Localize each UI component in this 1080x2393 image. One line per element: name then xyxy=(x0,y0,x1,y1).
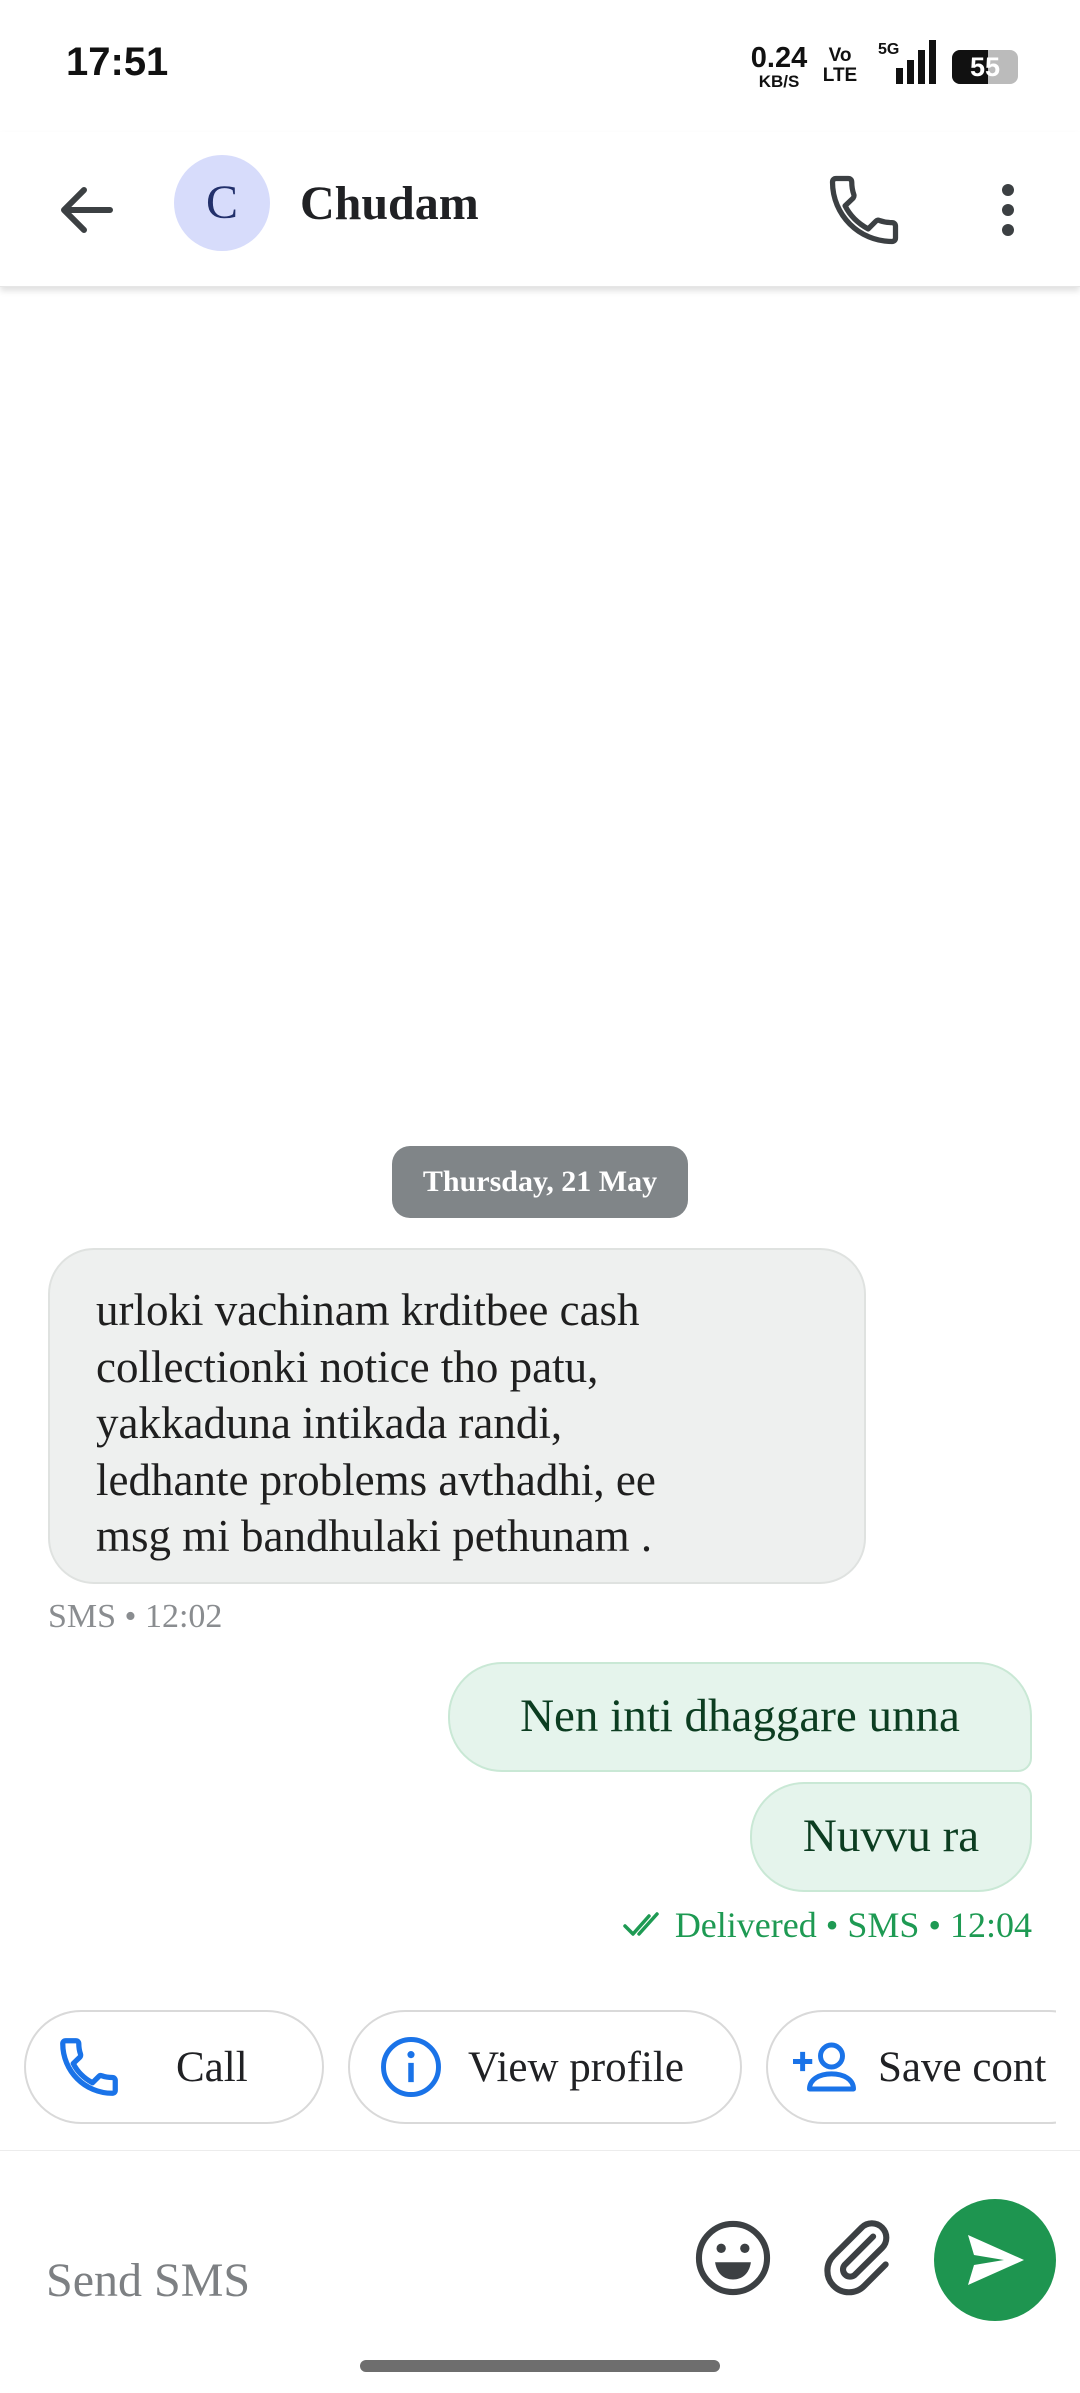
call-button[interactable] xyxy=(822,168,906,252)
battery-percent: 55 xyxy=(969,52,1001,82)
outgoing-message-bubble[interactable]: Nuvvu ra xyxy=(750,1782,1032,1892)
more-options-button[interactable] xyxy=(984,168,1032,252)
send-button[interactable] xyxy=(934,2199,1056,2321)
more-vert-icon xyxy=(1002,184,1014,236)
network-speed-value: 0.24 xyxy=(750,42,808,74)
save-contact-chip[interactable]: Save cont xyxy=(766,2010,1056,2124)
home-indicator[interactable] xyxy=(360,2360,720,2372)
network-speed-unit: KB/S xyxy=(758,72,800,91)
battery-icon: 55 xyxy=(952,50,1018,84)
emoji-icon xyxy=(695,2220,771,2296)
message-line: yakkaduna intikada randi, xyxy=(96,1398,563,1448)
signal-icon: 5G xyxy=(878,40,936,84)
avatar[interactable]: C xyxy=(174,155,270,251)
suggestion-chips: Call View profile Save cont xyxy=(0,2006,1056,2130)
back-arrow-icon xyxy=(61,187,113,233)
send-icon xyxy=(968,2235,1024,2285)
volte-top: Vo xyxy=(828,45,852,66)
view-profile-chip-label: View profile xyxy=(468,2043,684,2091)
phone-icon xyxy=(60,2038,118,2096)
status-time: 17:51 xyxy=(66,40,169,84)
status-bar: 17:51 0.24 KB/S Vo LTE 5G 55 xyxy=(0,0,1080,132)
call-chip[interactable]: Call xyxy=(24,2010,324,2124)
phone-icon xyxy=(829,175,899,245)
add-person-icon xyxy=(793,2042,856,2092)
message-line: urloki vachinam krditbee cash xyxy=(96,1285,640,1335)
attach-button[interactable] xyxy=(814,2215,900,2301)
attach-icon xyxy=(824,2220,890,2296)
delivery-status: Delivered • SMS • 12:04 xyxy=(674,1905,1032,1945)
emoji-button[interactable] xyxy=(690,2215,776,2301)
info-icon xyxy=(381,2037,441,2097)
date-separator: Thursday, 21 May xyxy=(392,1146,688,1218)
message-line: ledhante problems avthadhi, ee xyxy=(96,1454,656,1505)
volte-bottom: LTE xyxy=(822,65,858,86)
message-input[interactable]: Send SMS xyxy=(46,2253,250,2308)
delivered-check-icon xyxy=(623,1912,659,1936)
conversation-header: C Chudam xyxy=(0,132,1080,287)
message-line: collectionki notice tho patu, xyxy=(96,1341,599,1392)
message-line: msg mi bandhulaki pethunam . xyxy=(96,1511,653,1561)
contact-name[interactable]: Chudam xyxy=(300,176,479,231)
view-profile-chip[interactable]: View profile xyxy=(348,2010,742,2124)
call-chip-label: Call xyxy=(176,2043,248,2091)
back-button[interactable] xyxy=(46,170,126,250)
outgoing-message-bubble[interactable]: Nen inti dhaggare unna xyxy=(448,1662,1032,1772)
volte-indicator: Vo LTE xyxy=(820,46,860,86)
save-contact-chip-label: Save cont xyxy=(878,2043,1047,2091)
incoming-message-meta: SMS • 12:02 xyxy=(48,1598,223,1635)
outgoing-message-meta: Delivered • SMS • 12:04 xyxy=(623,1904,1032,1946)
signal-label: 5G xyxy=(878,41,899,58)
compose-bar: Send SMS xyxy=(0,2150,1080,2393)
network-speed: 0.24 KB/S xyxy=(748,42,810,91)
incoming-message-bubble[interactable]: urloki vachinam krditbee cash collection… xyxy=(48,1248,866,1584)
